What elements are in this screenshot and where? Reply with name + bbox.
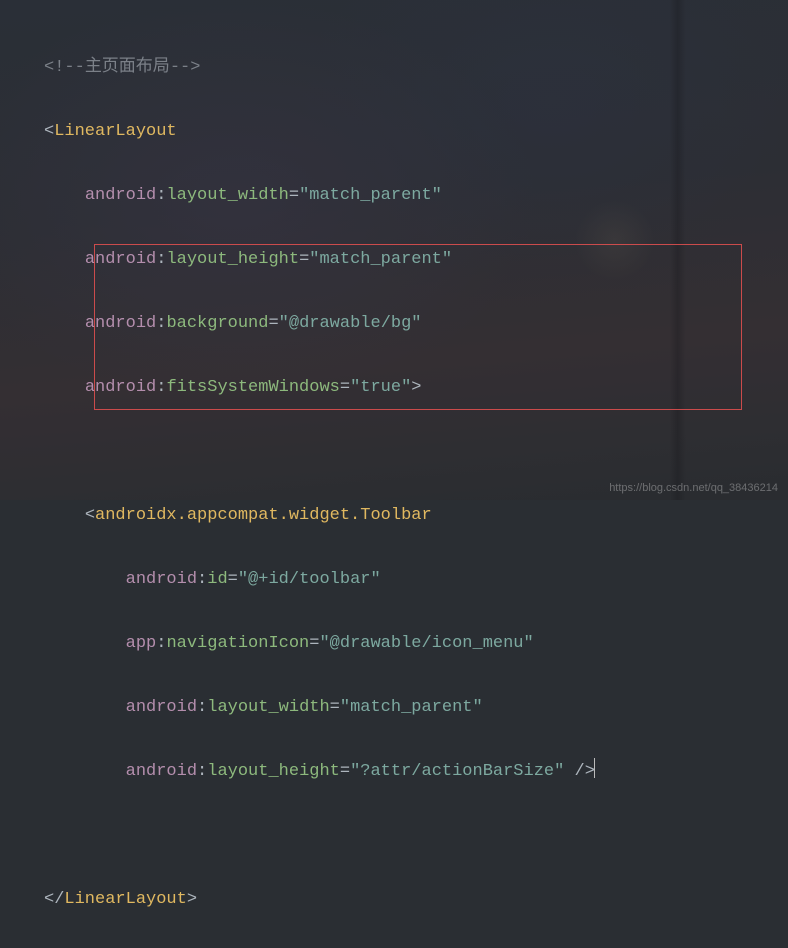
angle-open: < [44,122,54,141]
attr-id: id [207,570,227,589]
ns-app: app [126,634,157,653]
ns-android: android [85,250,156,269]
eq: = [228,570,238,589]
val-icon-menu: "@drawable/icon_menu" [319,634,533,653]
close-angle-open: </ [44,890,64,909]
code-line: <androidx.appcompat.widget.Toolbar [44,500,788,532]
comment-text: 主页面布局 [85,58,170,77]
code-line: android:background="@drawable/bg" [44,308,788,340]
val-action-bar: "?attr/actionBarSize" [350,762,564,781]
code-line: android:layout_width="match_parent" [44,180,788,212]
cursor-icon [594,758,595,778]
code-line: android:layout_height="?attr/actionBarSi… [44,756,788,788]
colon: : [197,570,207,589]
code-line: </LinearLayout> [44,884,788,916]
attr-navicon: navigationIcon [166,634,309,653]
eq: = [340,762,350,781]
ns-android: android [126,570,197,589]
angle-close: > [187,890,197,909]
colon: : [156,250,166,269]
attr-layout-height: layout_height [207,762,340,781]
ns-android: android [85,186,156,205]
comment-open: <!-- [44,58,85,77]
colon: : [156,378,166,397]
tag-root-close: LinearLayout [64,890,186,909]
ns-android: android [85,314,156,333]
colon: : [156,186,166,205]
angle-open: < [85,506,95,525]
colon: : [197,698,207,717]
code-line: android:fitsSystemWindows="true"> [44,372,788,404]
ns-android: android [126,762,197,781]
eq: = [299,250,309,269]
val-match-parent: "match_parent" [340,698,483,717]
self-close: /> [564,762,595,781]
val-match-parent: "match_parent" [309,250,452,269]
code-line: <LinearLayout [44,116,788,148]
code-block: <!--主页面布局--> <LinearLayout android:layou… [0,0,788,948]
attr-layout-width: layout_width [166,186,288,205]
code-line-blank [44,436,788,468]
ns-android: android [85,378,156,397]
val-match-parent: "match_parent" [299,186,442,205]
attr-background: background [166,314,268,333]
ns-android: android [126,698,197,717]
colon: : [156,634,166,653]
eq: = [340,378,350,397]
code-line: <!--主页面布局--> [44,52,788,84]
eq: = [289,186,299,205]
code-line: android:layout_width="match_parent" [44,692,788,724]
code-line-blank [44,820,788,852]
code-line: android:id="@+id/toolbar" [44,564,788,596]
eq: = [268,314,278,333]
eq: = [330,698,340,717]
attr-fitssystemwindows: fitsSystemWindows [166,378,339,397]
eq: = [309,634,319,653]
val-toolbar-id: "@+id/toolbar" [238,570,381,589]
attr-layout-height: layout_height [166,250,299,269]
tag-toolbar: androidx.appcompat.widget.Toolbar [95,506,432,525]
watermark-text: https://blog.csdn.net/qq_38436214 [609,482,778,494]
code-line: android:layout_height="match_parent" [44,244,788,276]
val-bg: "@drawable/bg" [279,314,422,333]
attr-layout-width: layout_width [207,698,329,717]
comment-close: --> [170,58,201,77]
val-true: "true" [350,378,411,397]
tag-root: LinearLayout [54,122,176,141]
colon: : [197,762,207,781]
angle-close: > [411,378,421,397]
colon: : [156,314,166,333]
code-line: app:navigationIcon="@drawable/icon_menu" [44,628,788,660]
